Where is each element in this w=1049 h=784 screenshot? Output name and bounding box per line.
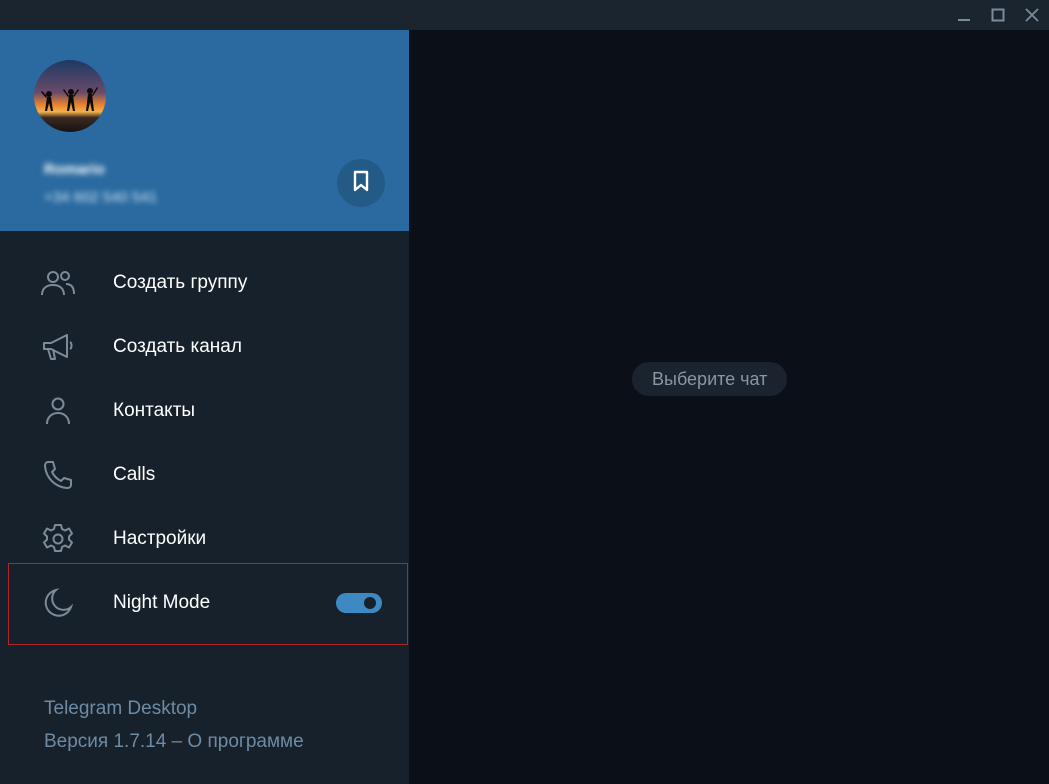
profile-phone: +34 602 540 541 xyxy=(44,189,158,206)
sidebar-menu: Romario +34 602 540 541 Создать группу С… xyxy=(0,30,409,784)
title-bar xyxy=(0,0,1049,30)
megaphone-icon xyxy=(40,331,76,363)
menu-label: Создать группу xyxy=(113,272,248,293)
avatar[interactable] xyxy=(34,60,106,132)
highlight-frame xyxy=(8,563,408,645)
select-chat-placeholder: Выберите чат xyxy=(632,362,788,396)
chat-area: Выберите чат xyxy=(409,30,1049,784)
gear-icon xyxy=(40,523,76,555)
person-icon xyxy=(40,395,76,427)
menu-label: Контакты xyxy=(113,400,196,421)
profile-name: Romario xyxy=(44,161,105,178)
minimize-icon[interactable] xyxy=(947,0,981,30)
menu-item-settings[interactable]: Настройки xyxy=(0,507,409,571)
phone-icon xyxy=(40,459,76,491)
menu-item-create-channel[interactable]: Создать канал xyxy=(0,315,409,379)
close-icon[interactable] xyxy=(1015,0,1049,30)
menu-item-contacts[interactable]: Контакты xyxy=(0,379,409,443)
window-controls xyxy=(947,0,1049,30)
bookmark-icon xyxy=(351,170,371,197)
menu-item-calls[interactable]: Calls xyxy=(0,443,409,507)
menu-label: Создать канал xyxy=(113,336,242,357)
menu-item-create-group[interactable]: Создать группу xyxy=(0,251,409,315)
app-name: Telegram Desktop xyxy=(44,698,198,719)
version-link[interactable]: Версия 1.7.14 – О программе xyxy=(44,731,304,753)
profile-header: Romario +34 602 540 541 xyxy=(0,30,409,231)
menu-label: Calls xyxy=(113,464,156,485)
menu-label: Настройки xyxy=(113,528,207,549)
maximize-icon[interactable] xyxy=(981,0,1015,30)
saved-messages-button[interactable] xyxy=(337,159,385,207)
group-icon xyxy=(40,267,76,299)
